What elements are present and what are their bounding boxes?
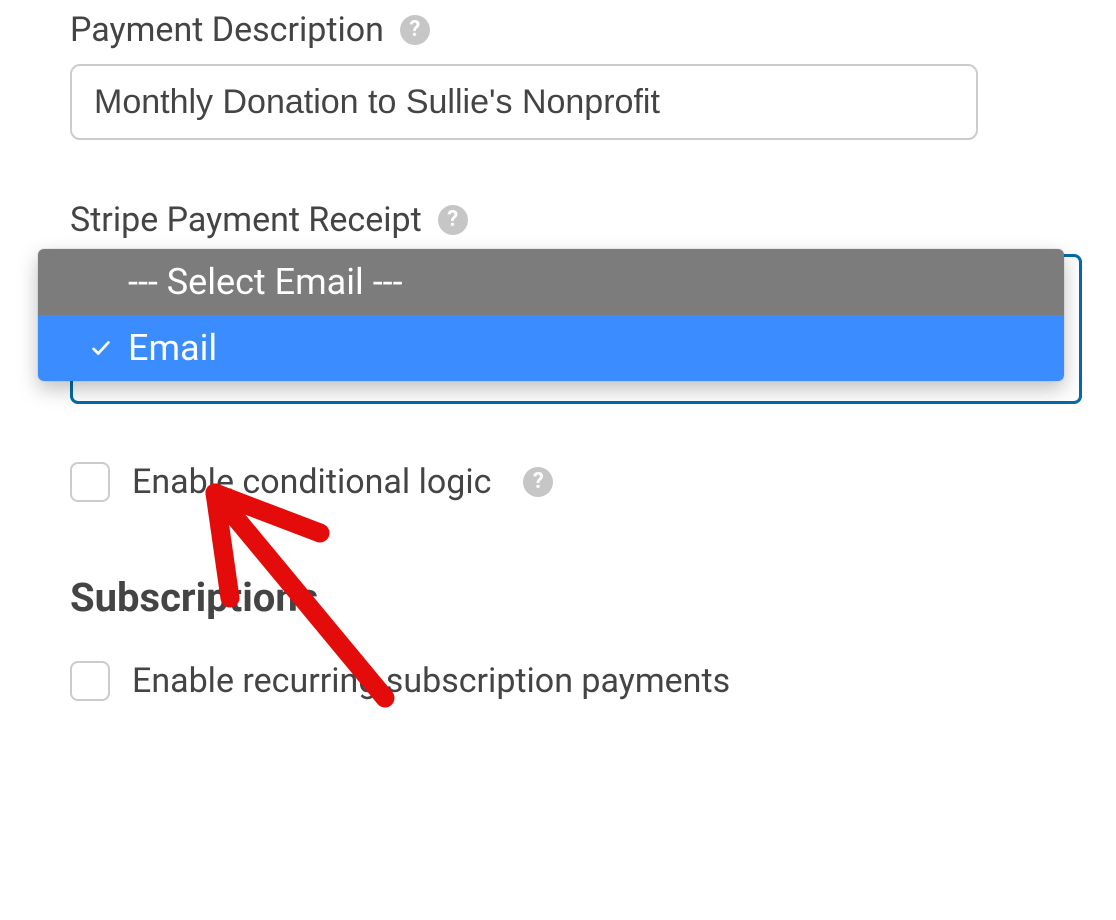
- stripe-receipt-field: Stripe Payment Receipt ? --- Select Emai…: [70, 200, 1116, 404]
- payment-description-input[interactable]: [70, 64, 978, 140]
- stripe-receipt-dropdown[interactable]: --- Select Email --- Email: [38, 249, 1064, 381]
- dropdown-option-label: Email: [128, 327, 217, 369]
- dropdown-placeholder-option[interactable]: --- Select Email ---: [38, 249, 1064, 315]
- checkmark-icon: [90, 337, 112, 359]
- recurring-checkbox[interactable]: [70, 661, 110, 701]
- recurring-row: Enable recurring subscription payments: [70, 661, 1116, 701]
- payment-description-label-row: Payment Description ?: [70, 10, 1116, 50]
- conditional-logic-label: Enable conditional logic: [132, 462, 491, 502]
- subscriptions-heading: Subscriptions: [70, 574, 1116, 621]
- dropdown-option-email[interactable]: Email: [38, 315, 1064, 381]
- stripe-receipt-label: Stripe Payment Receipt: [70, 200, 422, 240]
- conditional-logic-checkbox[interactable]: [70, 462, 110, 502]
- settings-panel: Payment Description ? Stripe Payment Rec…: [0, 0, 1116, 920]
- stripe-receipt-label-row: Stripe Payment Receipt ?: [70, 200, 1116, 240]
- conditional-logic-row: Enable conditional logic ?: [70, 462, 1116, 502]
- recurring-label: Enable recurring subscription payments: [132, 661, 730, 701]
- dropdown-placeholder-label: --- Select Email ---: [128, 261, 403, 303]
- help-icon[interactable]: ?: [400, 15, 430, 45]
- payment-description-label: Payment Description: [70, 10, 384, 50]
- stripe-receipt-select-wrap: --- Select Email --- Email: [70, 254, 1116, 404]
- help-icon[interactable]: ?: [523, 467, 553, 497]
- help-icon[interactable]: ?: [438, 205, 468, 235]
- payment-description-field: Payment Description ?: [70, 10, 1116, 140]
